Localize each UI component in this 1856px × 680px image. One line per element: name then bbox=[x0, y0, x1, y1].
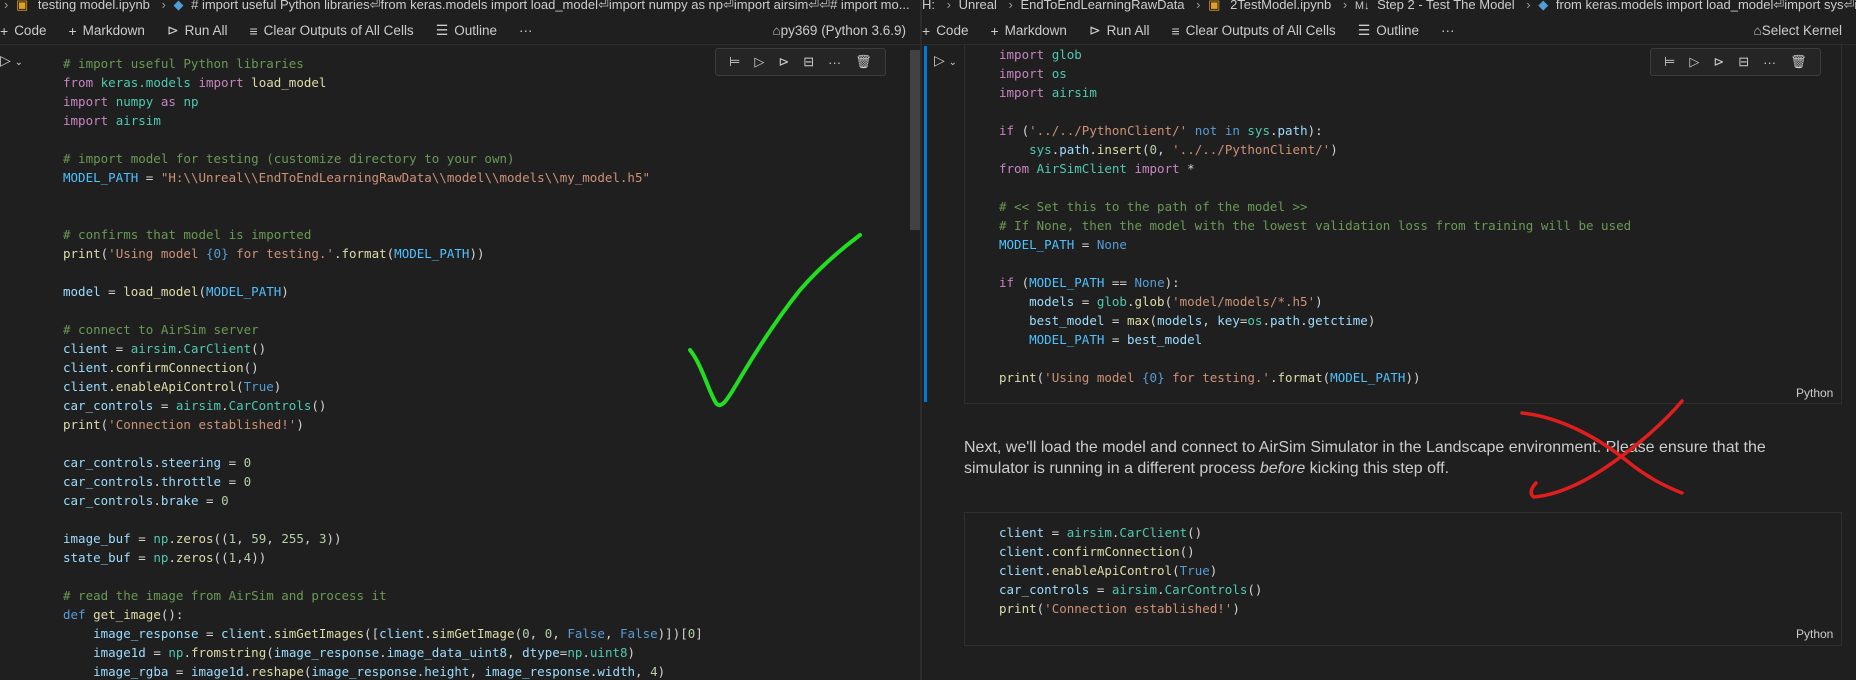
execute-below-icon[interactable]: ⊳ bbox=[1713, 54, 1724, 70]
code-editor[interactable]: client = airsim.CarClient() client.confi… bbox=[999, 523, 1262, 618]
chevron-down-icon: ⌄ bbox=[14, 57, 24, 68]
breadcrumb-heading[interactable]: Step 2 - Test The Model bbox=[1377, 0, 1515, 12]
cell-toolbar: ⊨ ▷ ⊳ ⊟ ··· 🗑 bbox=[1650, 48, 1821, 76]
notebook-icon: ▣ bbox=[1208, 0, 1221, 12]
more-actions-button[interactable]: ··· bbox=[1441, 23, 1455, 38]
select-kernel-button[interactable]: ⌂ Select Kernel bbox=[1754, 23, 1842, 38]
chevron-down-icon: ⌄ bbox=[948, 57, 958, 68]
python-icon: ◆ bbox=[173, 0, 184, 12]
outline-button[interactable]: ☰ Outline bbox=[436, 22, 497, 39]
clear-outputs-icon: ≡ bbox=[249, 22, 258, 39]
chevron-right-icon: › bbox=[1196, 0, 1201, 12]
breadcrumb-file[interactable]: 2TestModel.ipynb bbox=[1230, 0, 1331, 12]
clear-outputs-label: Clear Outputs of All Cells bbox=[263, 23, 414, 38]
notebook-toolbar: + Code + Markdown ⊳ Run All ≡ Clear Outputs … bbox=[922, 17, 1856, 45]
markdown-italic: before bbox=[1259, 460, 1306, 477]
breadcrumb-file[interactable]: testing model.ipynb bbox=[38, 0, 150, 12]
outline-label: Outline bbox=[1376, 23, 1420, 38]
plus-icon: + bbox=[990, 22, 999, 39]
add-markdown-button[interactable]: + Markdown bbox=[990, 23, 1066, 39]
run-by-line-icon[interactable]: ⊨ bbox=[729, 54, 740, 70]
add-code-button[interactable]: + Code bbox=[922, 23, 968, 39]
right-notebook-pane: H: › Unreal › EndToEndLearningRawData › … bbox=[922, 0, 1856, 680]
delete-icon[interactable]: 🗑 bbox=[855, 54, 872, 70]
delete-icon[interactable]: 🗑 bbox=[1790, 54, 1807, 70]
notebook-toolbar: + Code + Markdown ⊳ Run All ≡ Clear Outputs … bbox=[0, 17, 920, 45]
execute-below-icon[interactable]: ⊳ bbox=[778, 54, 789, 70]
breadcrumb-cell[interactable]: # import useful Python libraries⏎from ke… bbox=[191, 0, 909, 12]
python-icon: ◆ bbox=[1538, 0, 1549, 12]
kernel-label: py369 (Python 3.6.9) bbox=[780, 23, 906, 38]
cell-toolbar: ⊨ ▷ ⊳ ⊟ ··· 🗑 bbox=[715, 48, 886, 76]
chevron-right-icon: › bbox=[4, 0, 9, 12]
cell-language-label[interactable]: Python bbox=[1796, 386, 1833, 400]
run-by-line-icon[interactable]: ⊨ bbox=[1664, 54, 1675, 70]
execute-above-icon[interactable]: ▷ bbox=[1689, 54, 1699, 70]
clear-outputs-button[interactable]: ≡ Clear Outputs of All Cells bbox=[1171, 23, 1335, 39]
chevron-right-icon: › bbox=[161, 0, 166, 12]
breadcrumb-folder[interactable]: Unreal bbox=[959, 0, 997, 12]
execute-above-icon[interactable]: ▷ bbox=[754, 54, 764, 70]
plus-icon: + bbox=[68, 22, 77, 39]
split-cell-icon[interactable]: ⊟ bbox=[803, 54, 814, 70]
chevron-right-icon: › bbox=[1526, 0, 1531, 12]
breadcrumb: › ▣ testing model.ipynb › ◆ # import use… bbox=[0, 0, 920, 14]
markdown-icon: M↓ bbox=[1354, 0, 1370, 12]
cell-language-label[interactable]: Python bbox=[1796, 627, 1833, 641]
chevron-right-icon: › bbox=[946, 0, 951, 12]
clear-outputs-button[interactable]: ≡ Clear Outputs of All Cells bbox=[249, 23, 413, 39]
code-editor[interactable]: # import useful Python libraries from ke… bbox=[63, 54, 703, 680]
chevron-right-icon: › bbox=[1008, 0, 1013, 12]
clear-outputs-icon: ≡ bbox=[1171, 22, 1180, 39]
more-actions-button[interactable]: ··· bbox=[519, 23, 533, 38]
outline-label: Outline bbox=[454, 23, 498, 38]
outline-button[interactable]: ☰ Outline bbox=[1358, 22, 1419, 39]
kernel-icon: ⌂ bbox=[1753, 23, 1762, 38]
breadcrumb: H: › Unreal › EndToEndLearningRawData › … bbox=[922, 0, 1856, 14]
outline-icon: ☰ bbox=[1357, 22, 1371, 38]
chevron-right-icon: › bbox=[1342, 0, 1348, 12]
cell-focus-bar bbox=[924, 46, 927, 402]
more-icon[interactable]: ··· bbox=[828, 55, 841, 70]
kernel-icon: ⌂ bbox=[772, 23, 781, 38]
run-all-label: Run All bbox=[184, 23, 228, 38]
add-code-label: Code bbox=[14, 23, 47, 38]
add-markdown-label: Markdown bbox=[82, 23, 145, 38]
markdown-text: kicking this step off. bbox=[1305, 460, 1450, 477]
cross-annotation bbox=[1520, 399, 1684, 499]
run-all-button[interactable]: ⊳ Run All bbox=[167, 22, 228, 39]
run-cell-button[interactable]: ▷ ⌄ bbox=[0, 52, 23, 69]
select-kernel-label: Select Kernel bbox=[1761, 23, 1842, 38]
code-editor[interactable]: import glob import os import airsim if (… bbox=[999, 45, 1631, 387]
run-all-icon: ⊳ bbox=[1088, 22, 1101, 38]
left-notebook-pane: › ▣ testing model.ipynb › ◆ # import use… bbox=[0, 0, 920, 680]
run-all-icon: ⊳ bbox=[166, 22, 179, 38]
run-all-button[interactable]: ⊳ Run All bbox=[1089, 22, 1150, 39]
add-markdown-label: Markdown bbox=[1004, 23, 1067, 38]
plus-icon: + bbox=[922, 22, 931, 39]
add-markdown-button[interactable]: + Markdown bbox=[68, 23, 144, 39]
markdown-cell: Next, we'll load the model and connect t… bbox=[964, 437, 1824, 479]
kernel-picker[interactable]: ⌂ py369 (Python 3.6.9) bbox=[773, 23, 907, 38]
checkmark-annotation bbox=[688, 233, 862, 407]
editor-scrollbar[interactable] bbox=[910, 50, 920, 230]
run-all-label: Run All bbox=[1106, 23, 1150, 38]
breadcrumb-cell[interactable]: from keras.models import load_model⏎impo… bbox=[1556, 0, 1856, 12]
breadcrumb-folder[interactable]: EndToEndLearningRawData bbox=[1020, 0, 1184, 12]
plus-icon: + bbox=[0, 22, 9, 39]
split-cell-icon[interactable]: ⊟ bbox=[1738, 54, 1749, 70]
run-cell-button[interactable]: ▷ ⌄ bbox=[934, 52, 957, 69]
breadcrumb-drive[interactable]: H: bbox=[922, 0, 935, 12]
add-code-label: Code bbox=[936, 23, 969, 38]
clear-outputs-label: Clear Outputs of All Cells bbox=[1185, 23, 1336, 38]
outline-icon: ☰ bbox=[435, 22, 449, 38]
more-icon[interactable]: ··· bbox=[1763, 55, 1776, 70]
notebook-icon: ▣ bbox=[15, 0, 29, 12]
add-code-button[interactable]: + Code bbox=[0, 23, 46, 39]
